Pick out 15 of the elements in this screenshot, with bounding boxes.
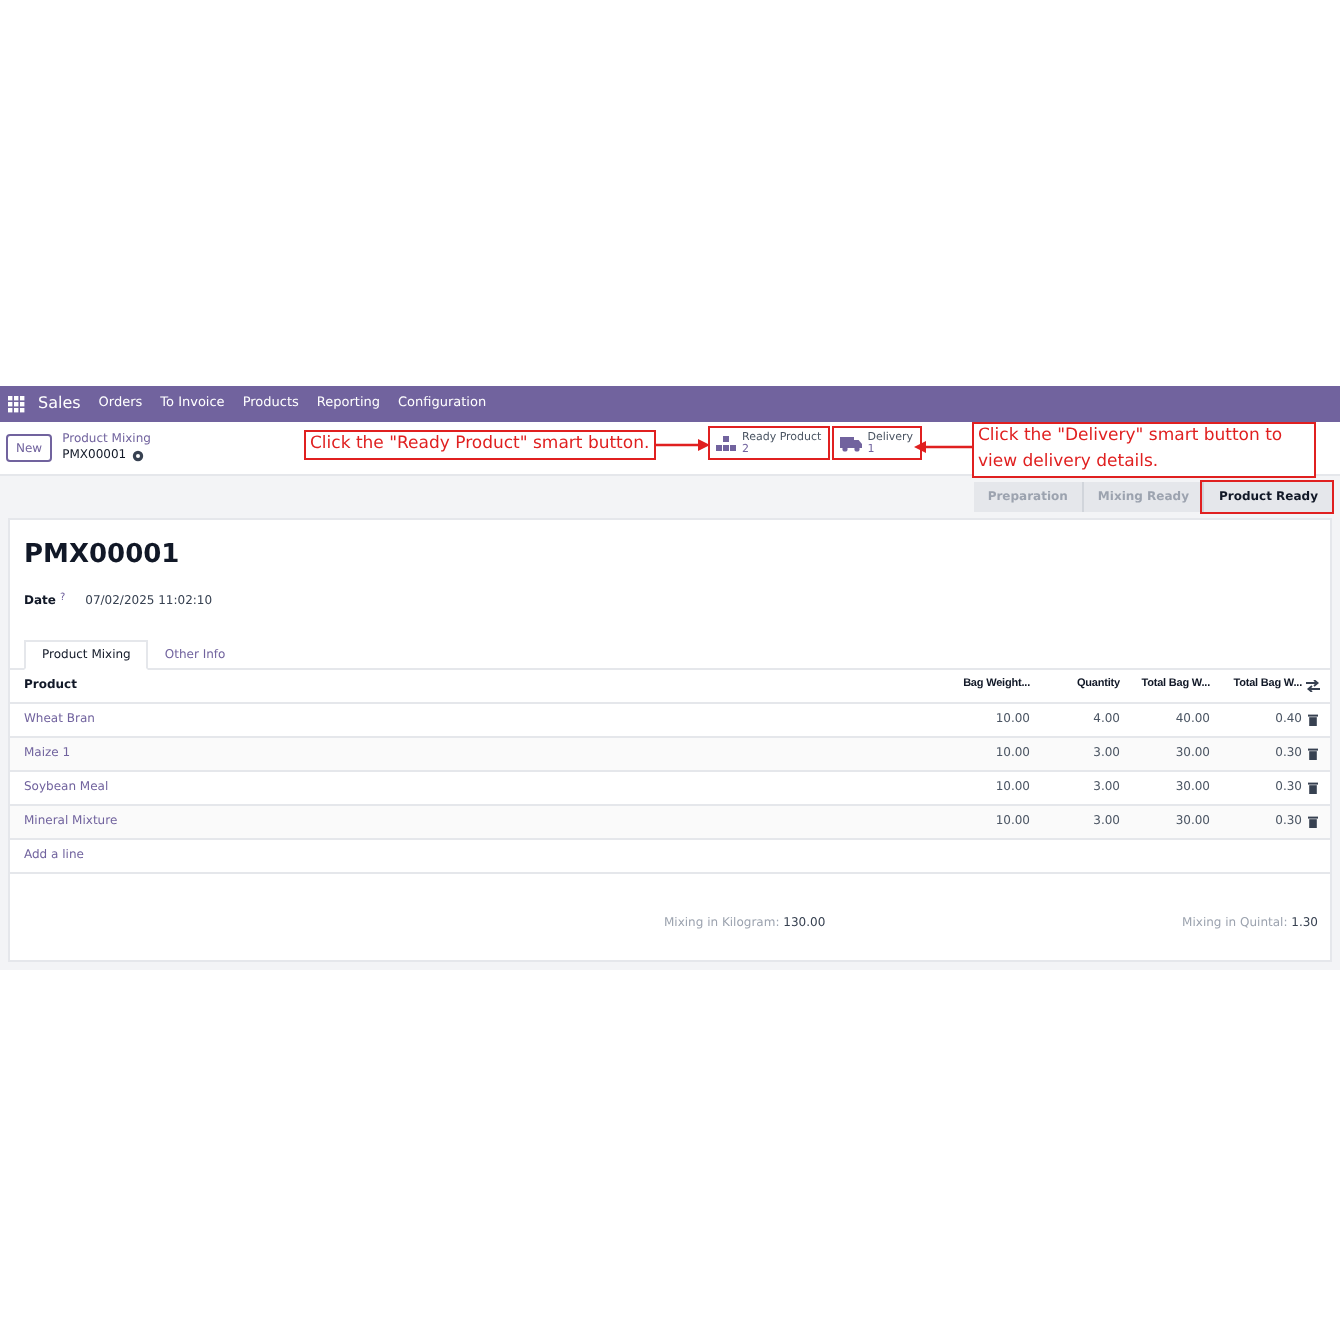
boxes-icon [716, 435, 736, 451]
arrow-icon [914, 440, 972, 454]
callout-text: Click the "Ready Product" smart button. [304, 430, 656, 460]
trash-icon[interactable] [1308, 747, 1318, 759]
trash-icon[interactable] [1308, 815, 1318, 827]
app-name[interactable]: Sales [38, 392, 81, 416]
trash-icon[interactable] [1308, 713, 1318, 725]
column-settings-icon[interactable] [1306, 679, 1320, 691]
settings-icon[interactable] [132, 450, 145, 462]
callout-text: Click the "Delivery" smart button to view delivery details. [972, 422, 1316, 478]
trash-icon[interactable] [1308, 781, 1318, 793]
truck-icon [839, 435, 862, 451]
record-title: PMX00001 [22, 538, 182, 574]
apps-grid-icon[interactable] [8, 395, 26, 413]
arrow-icon [655, 438, 710, 452]
